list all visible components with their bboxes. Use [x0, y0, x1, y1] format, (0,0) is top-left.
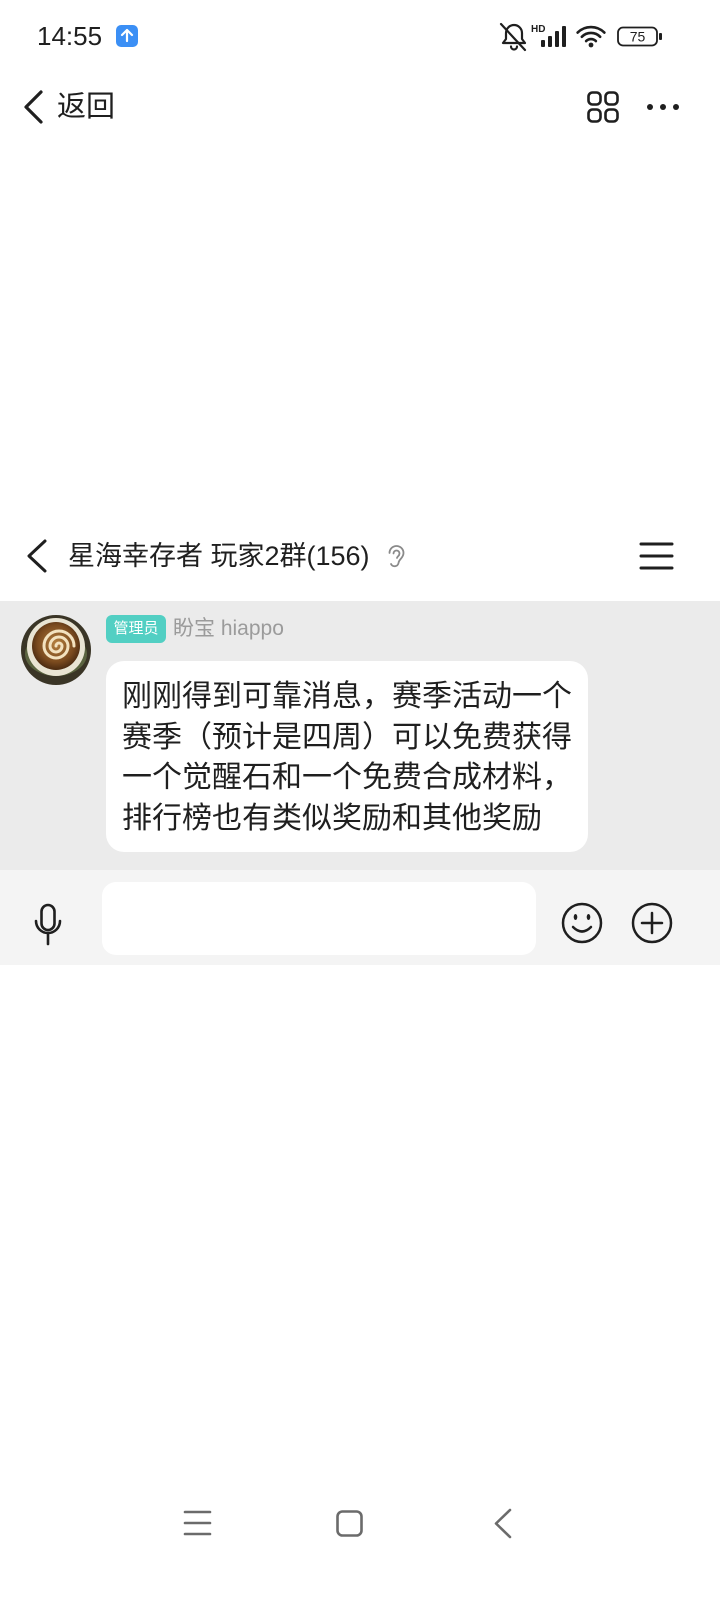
- message-line: 赛季（预计是四周）可以免费获得: [122, 720, 572, 754]
- upload-notification-icon: [116, 25, 138, 47]
- battery-level: 75: [630, 29, 646, 45]
- admin-badge: 管理员: [106, 615, 166, 643]
- chat-screen: 14:55 HD 75 返回 星海幸存者 玩家2群(156) 管理员 盼宝 hi…: [0, 0, 720, 1601]
- message-bubble[interactable]: 刚刚得到可靠消息，赛季活动一个 赛季（预计是四周）可以免费获得 一个觉醒石和一个…: [106, 661, 588, 852]
- message-line: 排行榜也有类似奖励和其他奖励: [122, 801, 542, 835]
- grid-apps-icon[interactable]: [584, 88, 622, 126]
- recents-menu-icon[interactable]: [180, 1505, 214, 1541]
- message-line: 刚刚得到可靠消息，赛季活动一个: [122, 680, 572, 713]
- network-type-label: HD: [531, 24, 545, 35]
- menu-icon[interactable]: [636, 538, 678, 574]
- back-button-label[interactable]: 返回: [57, 90, 115, 124]
- sender-name[interactable]: 盼宝 hiappo: [173, 615, 284, 643]
- cellular-signal-icon: HD: [531, 24, 566, 47]
- more-dots-icon[interactable]: [644, 100, 684, 114]
- chat-back-chevron-icon[interactable]: [22, 536, 52, 578]
- battery-icon: 75: [617, 26, 662, 47]
- back-chevron-icon[interactable]: [20, 86, 48, 128]
- status-time: 14:55: [37, 21, 103, 51]
- message-input[interactable]: [102, 882, 536, 955]
- message-line: 一个觉醒石和一个免费合成材料，: [122, 761, 572, 794]
- home-square-icon[interactable]: [332, 1506, 368, 1542]
- add-icon[interactable]: [630, 901, 674, 945]
- wifi-icon: [576, 25, 606, 48]
- avatar[interactable]: [21, 615, 91, 685]
- bell-off-icon: [499, 22, 527, 52]
- microphone-icon[interactable]: [30, 900, 66, 950]
- ear-icon[interactable]: [384, 541, 408, 571]
- emoji-icon[interactable]: [560, 901, 604, 945]
- system-back-chevron-icon[interactable]: [490, 1505, 516, 1543]
- chat-title[interactable]: 星海幸存者 玩家2群(156): [68, 539, 370, 573]
